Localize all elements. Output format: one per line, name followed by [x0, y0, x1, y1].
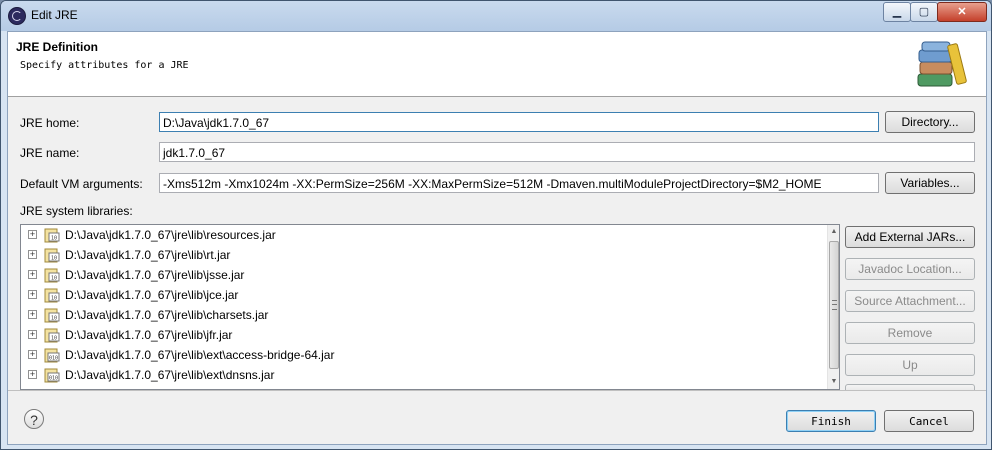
expand-icon[interactable]: + [28, 350, 37, 359]
vertical-scrollbar[interactable]: ▲ ▼ [827, 225, 839, 389]
dialog-body: JRE Definition Specify attributes for a … [7, 31, 987, 445]
jar-badge: 10 [51, 296, 57, 302]
tree-item[interactable]: + 10 D:\Java\jdk1.7.0_67\jre\lib\jfr.jar [21, 325, 816, 345]
system-libraries-label: JRE system libraries: [20, 204, 133, 218]
tree-item[interactable]: + 10 D:\Java\jdk1.7.0_67\jre\lib\rt.jar [21, 245, 816, 265]
library-path: D:\Java\jdk1.7.0_67\jre\lib\jce.jar [65, 288, 239, 302]
jar-badge: 10 [51, 276, 57, 282]
directory-button[interactable]: Directory... [885, 111, 975, 133]
up-button[interactable]: Up [845, 354, 975, 376]
window-title: Edit JRE [31, 8, 78, 22]
jar-icon: 010 [44, 368, 60, 383]
jre-name-input[interactable]: jdk1.7.0_67 [159, 142, 975, 162]
grip-icon [832, 300, 837, 310]
library-path: D:\Java\jdk1.7.0_67\jre\lib\charsets.jar [65, 308, 269, 322]
tree-item[interactable]: + 10 D:\Java\jdk1.7.0_67\jre\lib\charset… [21, 305, 816, 325]
jar-badge: 10 [51, 336, 57, 342]
source-attachment-button[interactable]: Source Attachment... [845, 290, 975, 312]
tree-item[interactable]: + 10 D:\Java\jdk1.7.0_67\jre\lib\resourc… [21, 225, 816, 245]
footer-separator [8, 390, 986, 391]
library-path: D:\Java\jdk1.7.0_67\jre\lib\ext\access-b… [65, 348, 335, 362]
help-icon[interactable]: ? [24, 409, 44, 429]
tree-item[interactable]: + 10 D:\Java\jdk1.7.0_67\jre\lib\jce.jar [21, 285, 816, 305]
jar-icon: 10 [44, 228, 60, 243]
jar-icon: 10 [44, 308, 60, 323]
title-bar[interactable]: Edit JRE ▁ ▢ ✕ [1, 1, 991, 31]
scroll-down-arrow-icon[interactable]: ▼ [828, 375, 839, 389]
remove-button[interactable]: Remove [845, 322, 975, 344]
library-tree[interactable]: + 10 D:\Java\jdk1.7.0_67\jre\lib\resourc… [20, 224, 840, 390]
eclipse-icon [8, 7, 26, 25]
minimize-button[interactable]: ▁ [883, 2, 911, 22]
expand-icon[interactable]: + [28, 310, 37, 319]
expand-icon[interactable]: + [28, 290, 37, 299]
header-subtitle: Specify attributes for a JRE [20, 60, 189, 71]
library-path: D:\Java\jdk1.7.0_67\jre\lib\resources.ja… [65, 228, 276, 242]
jar-badge: 10 [51, 316, 57, 322]
jre-name-label: JRE name: [20, 146, 80, 160]
expand-icon[interactable]: + [28, 370, 37, 379]
expand-icon[interactable]: + [28, 330, 37, 339]
jre-home-label: JRE home: [20, 116, 80, 130]
vm-arguments-label: Default VM arguments: [20, 177, 143, 191]
expand-icon[interactable]: + [28, 250, 37, 259]
dialog-header: JRE Definition Specify attributes for a … [8, 32, 986, 97]
scroll-up-arrow-icon[interactable]: ▲ [828, 225, 839, 239]
library-path: D:\Java\jdk1.7.0_67\jre\lib\jfr.jar [65, 328, 233, 342]
add-external-jars-button[interactable]: Add External JARs... [845, 226, 975, 248]
tree-item[interactable]: + 010 D:\Java\jdk1.7.0_67\jre\lib\ext\dn… [21, 365, 816, 385]
library-books-icon [917, 41, 967, 87]
jar-badge: 010 [49, 376, 58, 382]
library-path: D:\Java\jdk1.7.0_67\jre\lib\rt.jar [65, 248, 231, 262]
finish-button[interactable]: Finish [786, 410, 876, 432]
javadoc-location-button[interactable]: Javadoc Location... [845, 258, 975, 280]
close-button[interactable]: ✕ [937, 2, 987, 22]
scroll-thumb[interactable] [829, 241, 839, 369]
tree-item[interactable]: + 10 D:\Java\jdk1.7.0_67\jre\lib\jsse.ja… [21, 265, 816, 285]
tree-item[interactable]: + 010 D:\Java\jdk1.7.0_67\jre\lib\ext\ac… [21, 345, 816, 365]
library-path: D:\Java\jdk1.7.0_67\jre\lib\jsse.jar [65, 268, 245, 282]
jar-badge: 010 [49, 356, 58, 362]
cancel-button[interactable]: Cancel [884, 410, 974, 432]
jar-icon: 10 [44, 328, 60, 343]
library-path: D:\Java\jdk1.7.0_67\jre\lib\ext\dnsns.ja… [65, 368, 275, 382]
expand-icon[interactable]: + [28, 230, 37, 239]
jar-icon: 10 [44, 288, 60, 303]
jar-badge: 10 [51, 256, 57, 262]
jar-badge: 10 [51, 236, 57, 242]
header-title: JRE Definition [16, 40, 99, 54]
vm-arguments-input[interactable]: -Xms512m -Xmx1024m -XX:PermSize=256M -XX… [159, 173, 879, 193]
jre-home-input[interactable]: D:\Java\jdk1.7.0_67 [159, 112, 879, 132]
jar-icon: 10 [44, 248, 60, 263]
jar-icon: 010 [44, 348, 60, 363]
edit-jre-window: Edit JRE ▁ ▢ ✕ JRE Definition Specify at… [0, 0, 992, 450]
variables-button[interactable]: Variables... [885, 172, 975, 194]
jar-icon: 10 [44, 268, 60, 283]
maximize-button[interactable]: ▢ [910, 2, 938, 22]
expand-icon[interactable]: + [28, 270, 37, 279]
